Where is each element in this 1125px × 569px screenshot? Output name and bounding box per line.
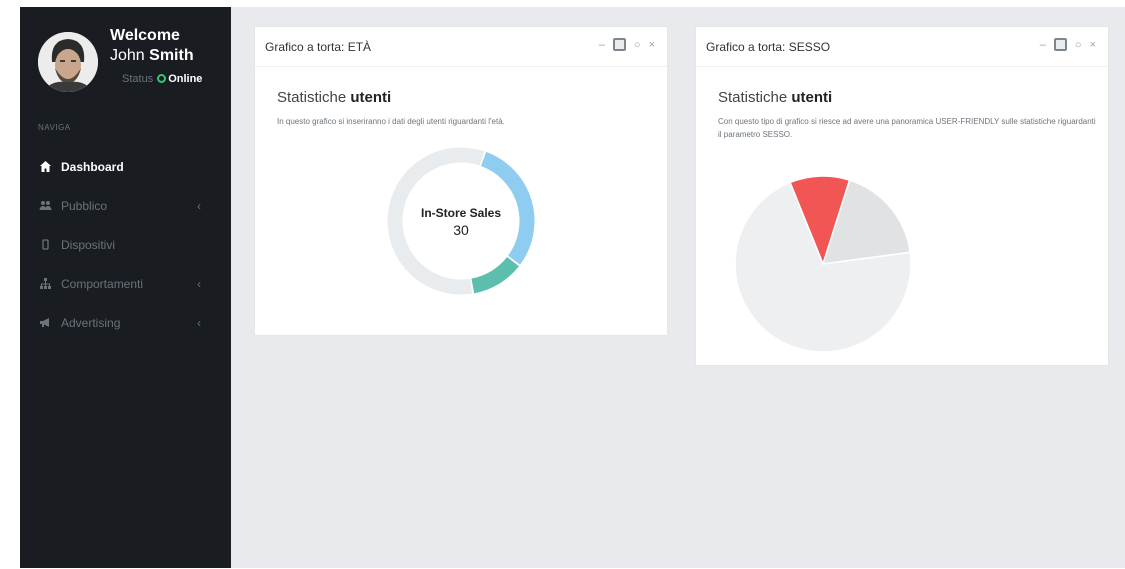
sidebar-item-dashboard[interactable]: Dashboard [20, 147, 231, 186]
sidebar-item-pubblico[interactable]: Pubblico ‹ [20, 186, 231, 225]
close-icon[interactable]: × [649, 39, 655, 51]
sidebar-item-label: Dispositivi [61, 237, 116, 252]
subtitle-bold: utenti [791, 89, 833, 106]
avatar-image [38, 32, 98, 92]
subtitle-bold: utenti [350, 89, 392, 106]
user-name: John Smith [110, 47, 194, 65]
welcome-text: Welcome [110, 27, 180, 44]
chevron-left-icon: ‹ [197, 277, 201, 291]
minimize-icon[interactable]: – [599, 39, 605, 51]
panel-header: Grafico a torta: ETÀ – ○ × [255, 27, 667, 67]
panel-subtitle: Statistiche utenti [277, 89, 391, 106]
panel-title: Grafico a torta: ETÀ [265, 40, 372, 54]
panel-tools: – ○ × [599, 38, 655, 51]
chevron-left-icon: ‹ [197, 316, 201, 330]
panel-description: Con questo tipo di grafico si riesce ad … [718, 117, 1096, 139]
home-icon [38, 160, 52, 174]
chevron-left-icon: ‹ [197, 199, 201, 213]
donut-slice-1[interactable] [471, 256, 519, 294]
donut-slice-2[interactable] [387, 147, 485, 295]
minimize-icon[interactable]: – [1040, 39, 1046, 51]
donut-center-value: 30 [453, 222, 469, 238]
sidebar-nav: Dashboard Pubblico ‹ Dispositivi Comport… [20, 147, 231, 342]
status-label: Status [122, 73, 154, 85]
status-value: Online [168, 73, 203, 85]
app-frame: Welcome John Smith Status Online NAVIGA D… [20, 7, 1125, 568]
maximize-icon[interactable] [612, 38, 626, 51]
panel-subtitle: Statistiche utenti [718, 89, 832, 106]
sidebar-item-comportamenti[interactable]: Comportamenti ‹ [20, 264, 231, 303]
bullhorn-icon [38, 316, 52, 330]
users-icon [38, 199, 52, 213]
sidebar-item-label: Comportamenti [61, 276, 144, 291]
user-first-name: John [110, 47, 145, 64]
panel-header: Grafico a torta: SESSO – ○ × [696, 27, 1108, 67]
sidebar-item-label: Dashboard [61, 159, 124, 174]
maximize-icon[interactable] [1053, 38, 1067, 51]
sidebar-item-advertising[interactable]: Advertising ‹ [20, 303, 231, 342]
collapse-icon[interactable]: ○ [1075, 39, 1082, 51]
subtitle-prefix: Statistiche [277, 89, 347, 106]
online-dot-icon [157, 74, 167, 83]
nav-header: NAVIGA [38, 123, 71, 132]
sidebar-item-label: Pubblico [61, 198, 108, 213]
panel-description: In questo grafico si inseriranno i dati … [277, 117, 505, 126]
pie-chart[interactable] [728, 169, 918, 359]
user-panel: Welcome John Smith Status Online [38, 25, 228, 95]
sidebar-item-label: Advertising [61, 315, 121, 330]
collapse-icon[interactable]: ○ [634, 39, 641, 51]
user-status: Status Online [122, 73, 202, 85]
avatar[interactable] [38, 32, 98, 92]
panel-sesso: Grafico a torta: SESSO – ○ × Statistiche… [695, 26, 1109, 366]
subtitle-prefix: Statistiche [718, 89, 788, 106]
user-last-name: Smith [149, 47, 194, 64]
donut-chart[interactable]: In-Store Sales 30 [381, 141, 541, 301]
close-icon[interactable]: × [1090, 39, 1096, 51]
donut-center-label: In-Store Sales [421, 206, 501, 220]
panel-title: Grafico a torta: SESSO [706, 40, 831, 54]
panel-eta: Grafico a torta: ETÀ – ○ × Statistiche u… [254, 26, 668, 336]
sidebar: Welcome John Smith Status Online NAVIGA D… [20, 7, 231, 568]
panel-tools: – ○ × [1040, 38, 1096, 51]
mobile-icon [38, 238, 52, 252]
sidebar-item-dispositivi[interactable]: Dispositivi [20, 225, 231, 264]
sitemap-icon [38, 277, 52, 291]
